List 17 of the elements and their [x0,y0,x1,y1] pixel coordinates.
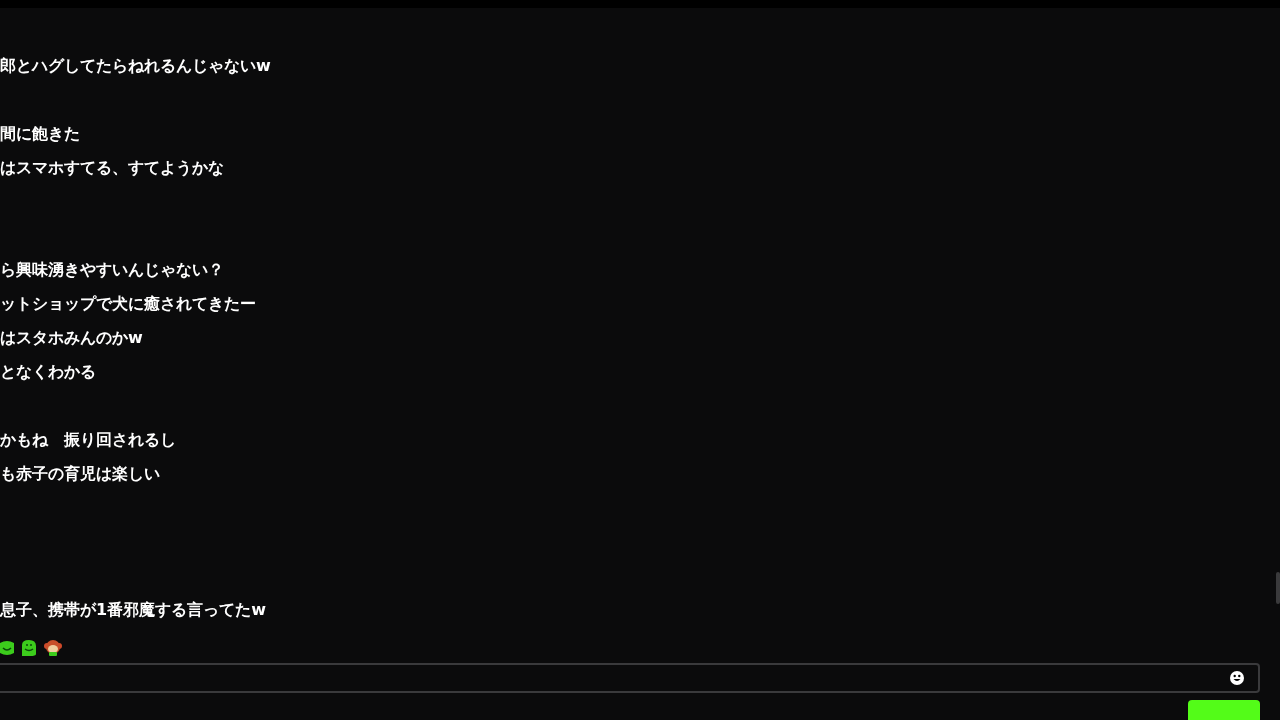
chat-message: 息子、携帯が1番邪魔する言ってたw [0,599,266,621]
chat-message: 郎とハグしてたらねれるんじゃないw [0,55,271,77]
monkey-emote-icon [44,640,62,657]
frog-emote-icon [0,639,14,658]
chat-message: ットショップで犬に癒されてきたー [0,293,256,315]
send-button[interactable] [1188,700,1260,720]
chat-message: ら興味湧きやすいんじゃない？ [0,259,224,281]
chat-message: はスタホみんのかw [0,327,143,349]
chat-message: となくわかる [0,361,96,383]
scrollbar-thumb [1276,572,1280,604]
chat-message: かもね 振り回されるし [0,429,176,451]
chat-message: 間に飽きた [0,123,80,145]
emoji-icon[interactable] [1230,670,1244,685]
chat-message: も赤子の育児は楽しい [0,463,160,485]
chat-message: はスマホすてる、すてようかな [0,157,224,179]
blob-emote-icon [20,639,38,658]
chat-input[interactable] [0,662,1260,693]
